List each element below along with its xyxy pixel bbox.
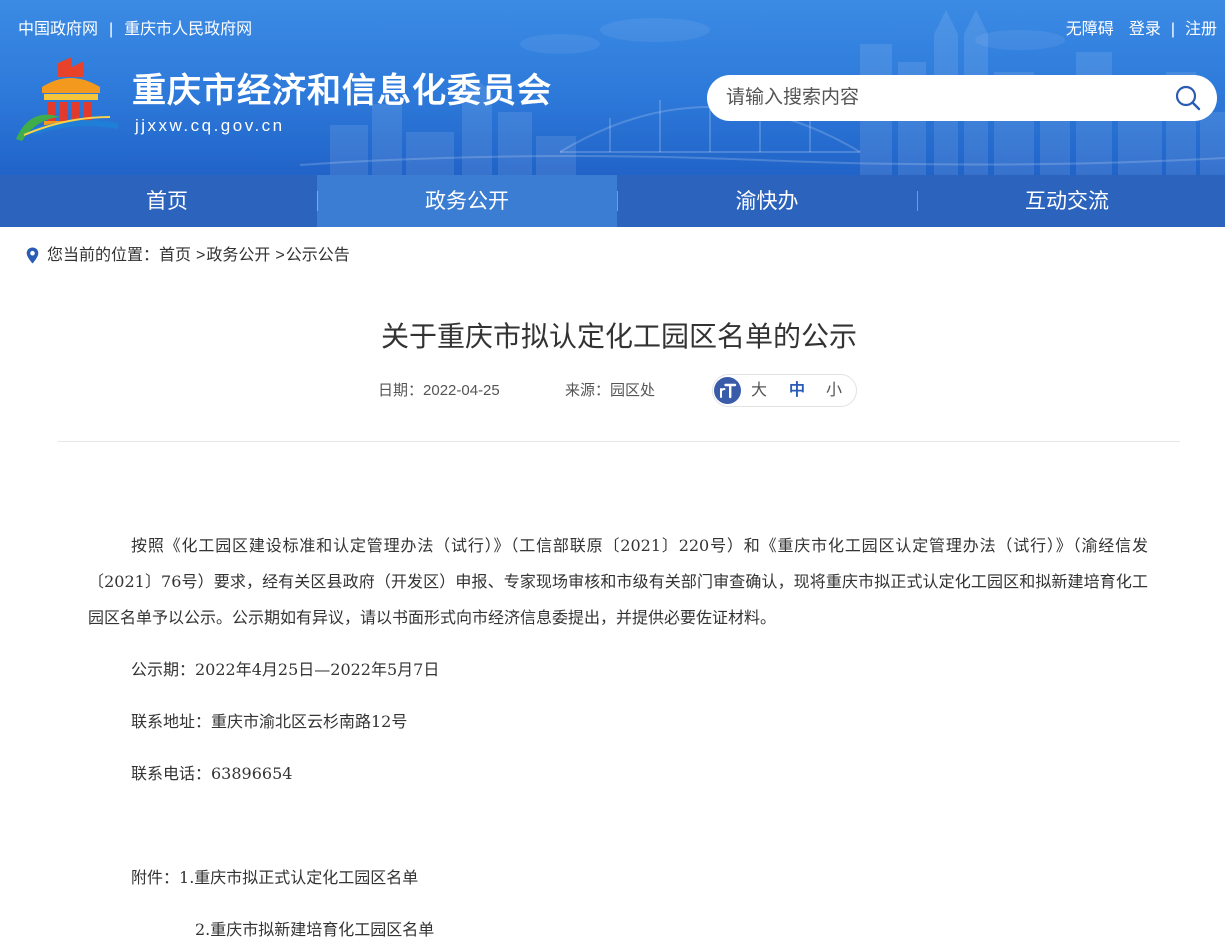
- contact-address: 联系地址：重庆市渝北区云杉南路12号: [131, 712, 408, 731]
- link-divider: |: [109, 21, 114, 38]
- nav-separator: [917, 191, 918, 211]
- login-link[interactable]: 登录: [1129, 21, 1161, 38]
- site-domain: jjxxw.cq.gov.cn: [135, 116, 285, 135]
- article-body: 按照《化工园区建设标准和认定管理办法（试行）》（工信部联原〔2021〕220号）…: [88, 528, 1148, 950]
- font-size-small-button[interactable]: 小: [823, 375, 845, 406]
- text-size-glyph: [720, 383, 737, 399]
- government-emblem-logo: [16, 57, 118, 141]
- site-logo[interactable]: [14, 55, 126, 141]
- link-china-gov[interactable]: 中国政府网: [18, 21, 98, 38]
- breadcrumb-label: 您当前的位置：: [47, 247, 160, 264]
- article-source: 来源：园区处: [565, 380, 655, 402]
- nav-item-label: 互动交流: [1025, 190, 1109, 213]
- font-size-medium-button[interactable]: 中: [786, 375, 808, 406]
- attachments-line: 2.重庆市拟新建培育化工园区名单: [88, 912, 1148, 948]
- nav-item-yukuaiban[interactable]: 渝快办: [617, 175, 917, 227]
- title-divider: [58, 441, 1180, 442]
- font-size-control: 大 中 小: [712, 374, 857, 407]
- nav-separator: [617, 191, 618, 211]
- nav-item-label: 首页: [146, 190, 188, 213]
- top-links-right: 无障碍 登录 | 注册: [1066, 19, 1217, 41]
- notice-period: 公示期：2022年4月25日—2022年5月7日: [131, 660, 440, 679]
- link-chongqing-gov[interactable]: 重庆市人民政府网: [124, 21, 252, 38]
- attachments-line: 附件：1.重庆市拟正式认定化工园区名单: [88, 860, 1148, 896]
- search-box: [707, 75, 1217, 121]
- top-links-left: 中国政府网 | 重庆市人民政府网: [18, 19, 252, 41]
- nav-item-label: 渝快办: [735, 190, 799, 213]
- body-paragraph: 按照《化工园区建设标准和认定管理办法（试行）》（工信部联原〔2021〕220号）…: [88, 536, 1148, 627]
- text-size-icon: [714, 377, 741, 404]
- date-value: 2022-04-25: [423, 382, 500, 399]
- breadcrumb-home[interactable]: 首页: [159, 247, 191, 264]
- source-label: 来源：: [565, 382, 611, 399]
- search-input[interactable]: [726, 75, 1156, 121]
- attachment-link[interactable]: 1.重庆市拟正式认定化工园区名单: [179, 868, 418, 887]
- font-size-large-button[interactable]: 大: [748, 375, 770, 406]
- nav-separator: [317, 191, 318, 211]
- attachment-link[interactable]: 2.重庆市拟新建培育化工园区名单: [195, 920, 434, 939]
- link-divider: |: [1170, 21, 1175, 38]
- contact-phone: 联系电话：63896654: [131, 764, 293, 783]
- page: 中国政府网 | 重庆市人民政府网 无障碍 登录 | 注册 重庆市经济和信息化委员会 jjx…: [0, 0, 1225, 950]
- nav-item-home[interactable]: 首页: [17, 175, 317, 227]
- site-header: 中国政府网 | 重庆市人民政府网 无障碍 登录 | 注册 重庆市经济和信息化委员会 jjx…: [0, 0, 1225, 175]
- register-link[interactable]: 注册: [1185, 21, 1217, 38]
- publish-date: 日期：2022-04-25: [378, 380, 500, 402]
- location-pin-icon: [26, 247, 39, 264]
- nav-item-interaction[interactable]: 互动交流: [917, 175, 1217, 227]
- article-title: 关于重庆市拟认定化工园区名单的公示: [380, 321, 857, 352]
- nav-item-government-affairs[interactable]: 政务公开: [317, 175, 617, 227]
- accessibility-link[interactable]: 无障碍: [1066, 21, 1114, 38]
- site-title[interactable]: 重庆市经济和信息化委员会: [132, 69, 552, 113]
- breadcrumb-separator: >: [196, 247, 206, 264]
- breadcrumb-government-affairs[interactable]: 政务公开: [206, 247, 270, 264]
- date-label: 日期：: [378, 382, 424, 399]
- breadcrumb-announcements[interactable]: 公示公告: [286, 247, 350, 264]
- search-button[interactable]: [1173, 84, 1203, 112]
- search-icon: [1175, 85, 1201, 111]
- main-nav: 首页 政务公开 渝快办 互动交流: [0, 175, 1225, 227]
- breadcrumb-separator: >: [275, 247, 285, 264]
- source-value: 园区处: [610, 382, 656, 399]
- attachments-label: 附件：: [131, 868, 180, 887]
- nav-item-label: 政务公开: [425, 190, 509, 213]
